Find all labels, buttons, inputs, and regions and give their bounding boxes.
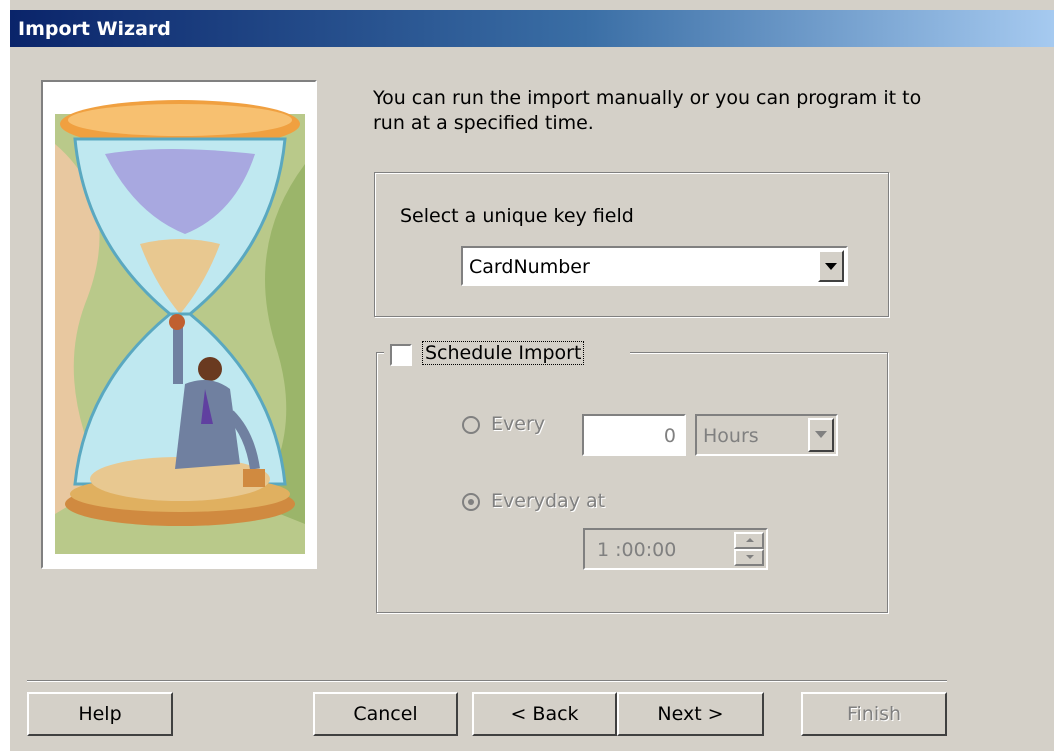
time-spin-down-button[interactable] <box>734 549 764 566</box>
key-field-label: Select a unique key field <box>400 205 634 227</box>
chevron-down-icon <box>815 431 827 438</box>
every-unit-dropdown-button[interactable] <box>808 418 834 452</box>
key-field-combo[interactable]: CardNumber <box>461 246 848 286</box>
help-button[interactable]: Help <box>27 692 173 736</box>
every-unit-combo[interactable]: Hours <box>695 414 838 456</box>
every-unit-value: Hours <box>703 425 759 447</box>
key-field-value: CardNumber <box>469 256 590 278</box>
cancel-button[interactable]: Cancel <box>313 692 458 736</box>
window-edge <box>0 0 10 751</box>
hourglass-illustration <box>45 84 315 567</box>
finish-button[interactable]: Finish <box>801 692 947 736</box>
wizard-illustration <box>41 80 317 569</box>
every-label: Every <box>491 413 545 435</box>
schedule-import-label[interactable]: Schedule Import <box>421 341 585 365</box>
back-button[interactable]: < Back <box>472 692 617 736</box>
every-value: 0 <box>663 425 676 447</box>
schedule-group <box>376 352 888 613</box>
title-bar: Import Wizard <box>10 10 1054 47</box>
button-separator <box>27 680 947 682</box>
every-radio[interactable] <box>462 416 480 434</box>
time-spin-up-button[interactable] <box>734 532 764 549</box>
everyday-radio[interactable] <box>462 493 480 511</box>
next-button[interactable]: Next > <box>617 692 764 736</box>
everyday-label: Everyday at <box>491 490 606 512</box>
spin-up-icon <box>746 538 754 542</box>
intro-text: You can run the import manually or you c… <box>373 87 922 134</box>
time-picker[interactable]: 1 :00:00 <box>583 528 768 570</box>
window-title: Import Wizard <box>18 18 171 40</box>
key-field-group <box>374 172 889 317</box>
key-field-dropdown-button[interactable] <box>818 250 844 282</box>
time-value: 1 :00:00 <box>597 539 677 561</box>
chevron-down-icon <box>825 263 837 270</box>
schedule-import-checkbox[interactable] <box>390 344 412 366</box>
every-value-field[interactable]: 0 <box>582 414 686 456</box>
spin-down-icon <box>746 555 754 559</box>
